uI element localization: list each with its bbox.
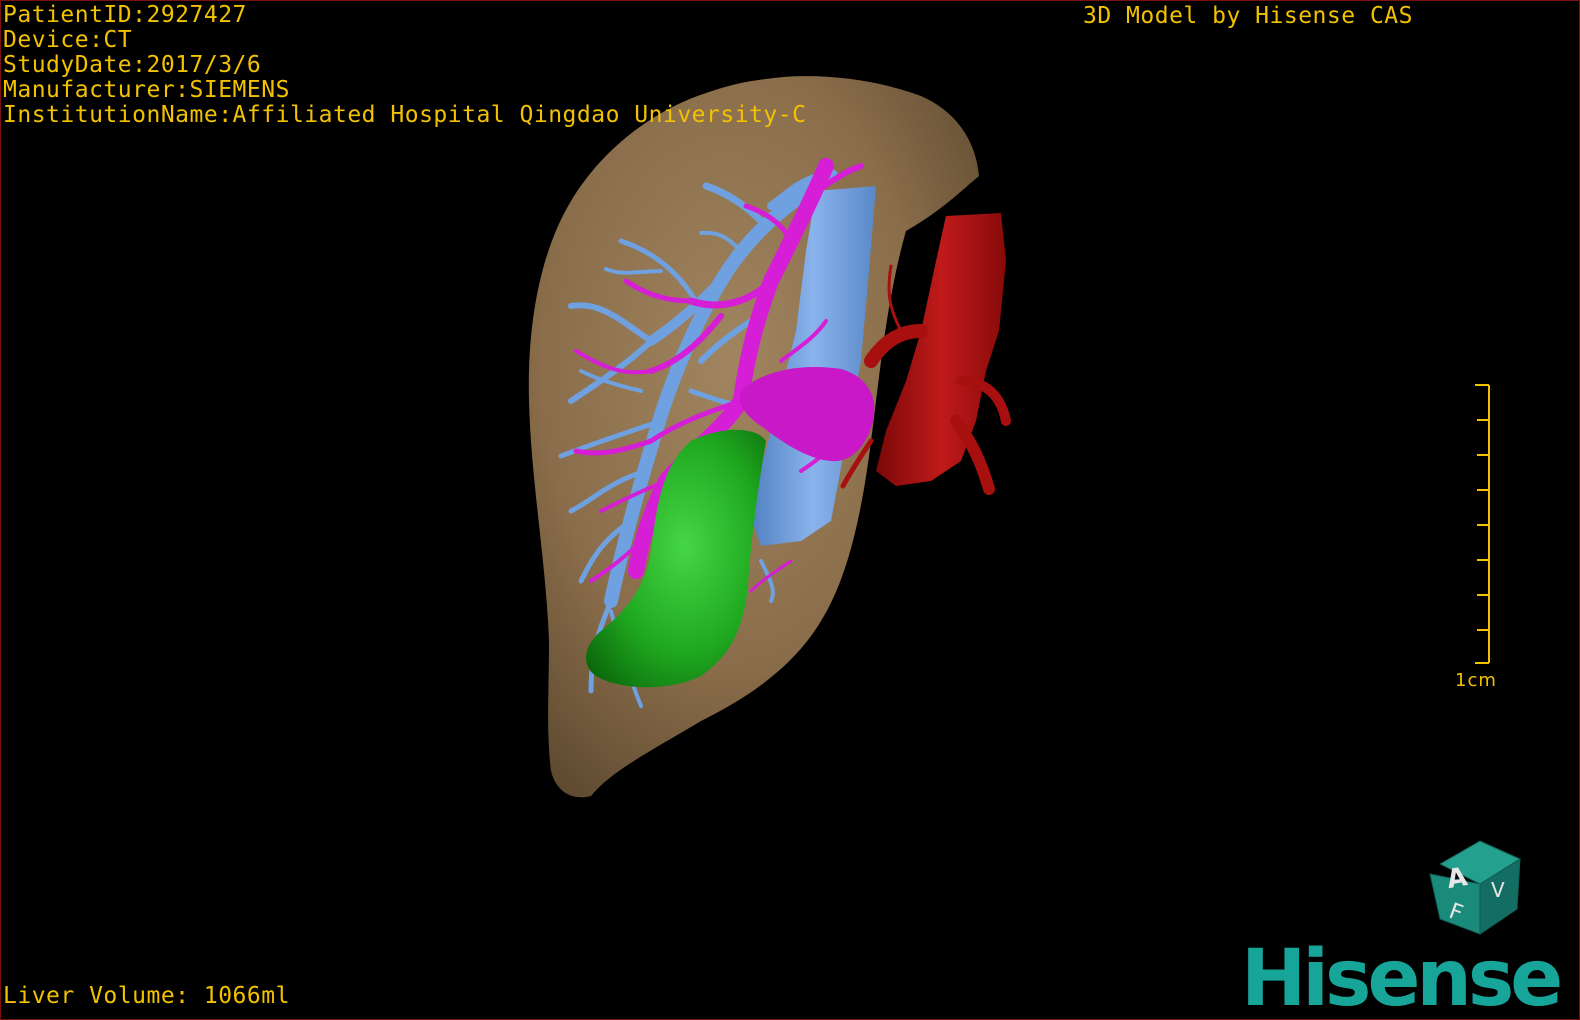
hisense-logo: Hisense — [1241, 934, 1563, 1020]
liver-volume: Liver Volume: 1066ml — [3, 983, 290, 1009]
institution-name: InstitutionName:Affiliated Hospital Qing… — [3, 102, 807, 128]
patient-id: PatientID:2927427 — [3, 2, 247, 28]
render-viewport[interactable]: PatientID:2927427 Device:CT StudyDate:20… — [0, 0, 1580, 1020]
model-credit: 3D Model by Hisense CAS — [1083, 3, 1413, 29]
3d-liver-model[interactable] — [1, 1, 1580, 1020]
dicom-info-panel: PatientID:2927427 Device:CT StudyDate:20… — [3, 3, 806, 128]
study-date: StudyDate:2017/3/6 — [3, 52, 262, 78]
device: Device:CT — [3, 27, 133, 53]
cube-face-v: V — [1491, 878, 1505, 902]
manufacturer: Manufacturer:SIEMENS — [3, 77, 290, 103]
orientation-cube[interactable]: A V F — [1425, 839, 1535, 939]
scale-bar — [1475, 384, 1490, 664]
scale-bar-label: 1cm — [1455, 670, 1497, 691]
